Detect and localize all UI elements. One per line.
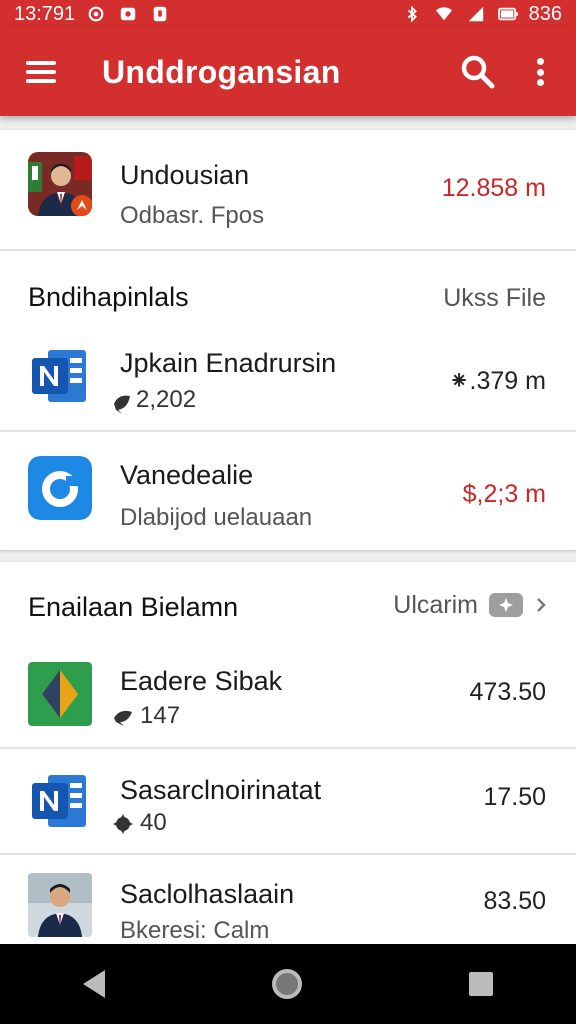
more-options-icon[interactable] <box>528 52 552 92</box>
list-item[interactable]: Vanedealie Dlabijod uelauaan $,2;3 m <box>0 432 576 550</box>
item-amount: 83.50 <box>483 887 546 915</box>
notification-icon-2 <box>153 6 167 22</box>
status-bar: 13:791 836 <box>0 0 576 28</box>
accounts-card: Undousian Odbasr. Fpos 12.858 m Bndihapi… <box>0 130 576 550</box>
item-title: Saclolhaslaain <box>120 879 295 909</box>
item-subtitle: 40 <box>140 809 167 836</box>
notification-icon <box>120 7 136 21</box>
list-item[interactable]: Saclolhaslaain Bkeresi: Calm 83.50 <box>0 855 576 944</box>
bluetooth-icon <box>407 5 417 23</box>
green-diamond-app-icon <box>28 662 92 726</box>
item-title: Jpkain Enadrursin <box>120 348 337 378</box>
menu-icon[interactable] <box>26 61 56 83</box>
account-avatar <box>28 152 92 216</box>
blue-circle-app-icon <box>28 456 92 520</box>
item-subtitle: 147 <box>140 702 181 729</box>
status-time: 13:791 <box>14 2 76 25</box>
account-amount: 12.858 m <box>441 174 546 202</box>
battery-text: 836 <box>528 2 562 25</box>
battery-icon <box>497 7 518 21</box>
list-item[interactable]: Jpkain Enadrursin 2,202 ⁕.379 m <box>0 330 576 430</box>
recent-apps-icon[interactable] <box>468 972 493 996</box>
item-subtitle: 2,202 <box>136 386 197 413</box>
section-link: Ulcarim <box>393 590 478 619</box>
chevron-right-icon <box>537 598 546 612</box>
section-header: Enailaan Bielamn <box>28 592 239 622</box>
account-row[interactable]: Undousian Odbasr. Fpos 12.858 m <box>0 130 576 250</box>
budget-card: Enailaan Bielamn Ulcarim Eadere Sibak 14… <box>0 562 576 944</box>
item-subtitle: Dlabijod uelauaan <box>120 504 313 531</box>
item-amount: 17.50 <box>483 783 546 811</box>
home-icon[interactable] <box>271 969 302 999</box>
back-icon[interactable] <box>83 970 106 998</box>
account-subtitle: Odbasr. Fpos <box>120 202 265 229</box>
section-link[interactable]: Ukss File <box>443 284 546 313</box>
app-bar: Unddrogansian <box>0 28 576 116</box>
person-photo <box>28 873 92 937</box>
item-title: Eadere Sibak <box>120 666 283 696</box>
wifi-icon <box>435 7 452 21</box>
item-amount: $,2;3 m <box>462 480 546 508</box>
signal-icon <box>468 6 483 22</box>
onenote-icon <box>32 775 86 827</box>
item-subtitle: Bkeresi: Calm <box>120 917 270 944</box>
section-link-group[interactable]: Ulcarim <box>393 590 548 620</box>
list-item[interactable]: Eadere Sibak 147 473.50 <box>0 646 576 748</box>
tag-icon <box>489 593 523 617</box>
status-leaf-icon <box>114 710 132 726</box>
navigation-bar <box>0 944 576 1024</box>
list-item[interactable]: Sasarclnoirinatat 40 17.50 <box>0 749 576 853</box>
item-title: Sasarclnoirinatat <box>120 775 322 805</box>
item-title: Vanedealie <box>120 460 254 490</box>
section-header: Bndihapinlals <box>28 282 189 312</box>
status-gear-icon <box>113 814 133 834</box>
account-name: Undousian <box>120 160 250 190</box>
app-title: Unddrogansian <box>102 53 341 90</box>
onenote-icon <box>32 350 86 402</box>
item-amount: ⁕.379 m <box>448 367 546 395</box>
item-amount: 473.50 <box>469 678 546 706</box>
at-sign-icon <box>88 6 104 22</box>
search-icon[interactable] <box>458 52 498 92</box>
divider <box>0 249 576 251</box>
status-leaf-icon <box>114 395 130 414</box>
